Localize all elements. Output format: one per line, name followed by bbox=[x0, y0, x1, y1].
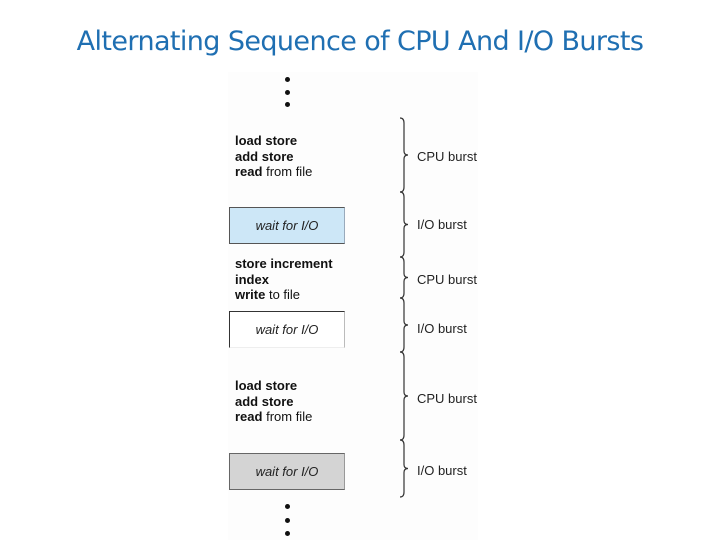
io-brace-1 bbox=[399, 191, 409, 258]
braces-layer bbox=[399, 117, 409, 498]
cpu-brace-3 bbox=[399, 351, 409, 441]
io-brace-2 bbox=[399, 297, 409, 353]
io-brace-3 bbox=[399, 439, 409, 498]
cpu-brace-1 bbox=[399, 117, 409, 193]
cpu-brace-2 bbox=[399, 256, 409, 299]
